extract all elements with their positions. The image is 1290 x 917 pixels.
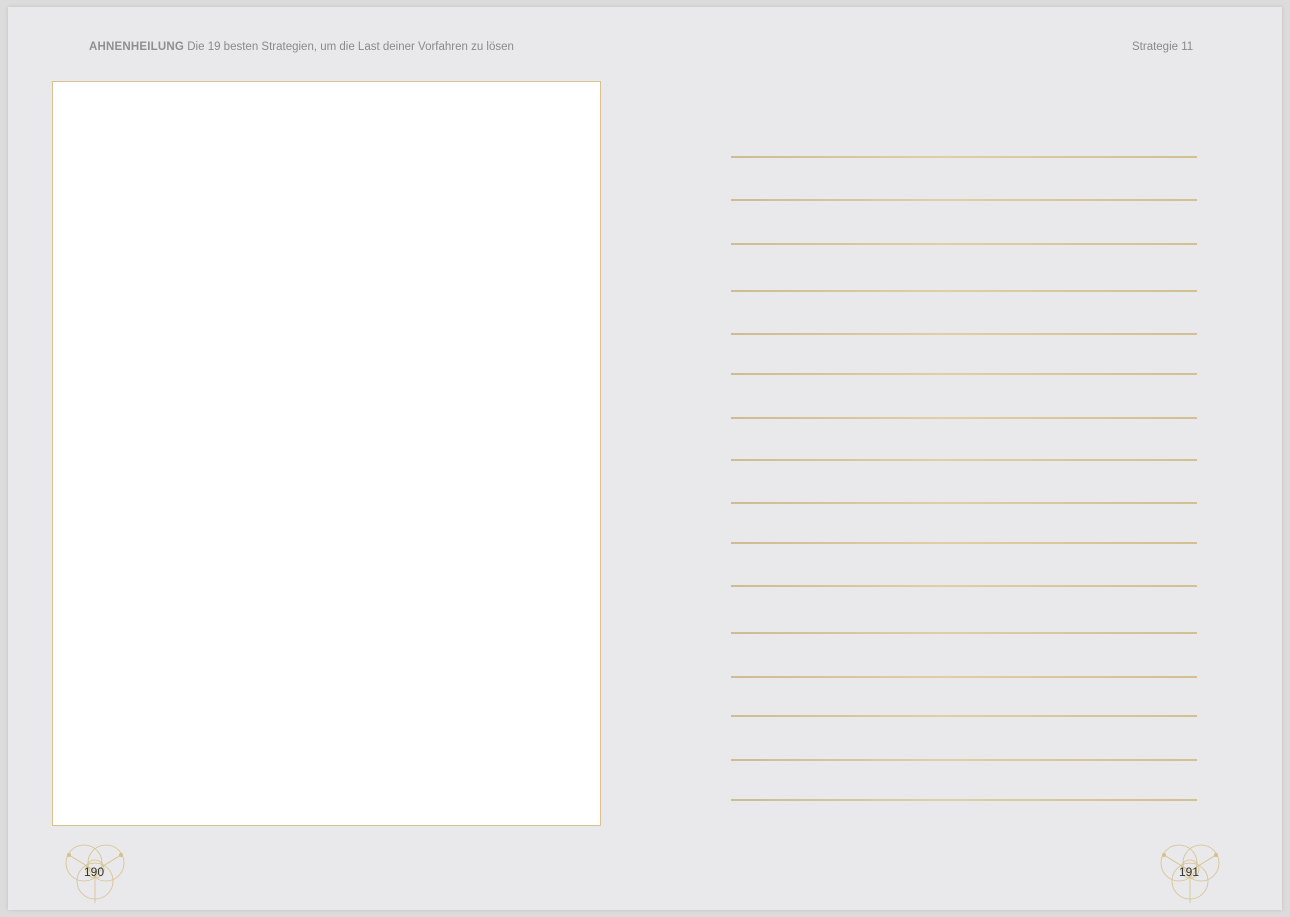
writing-line[interactable] [731,243,1197,245]
book-brand: AHNENHEILUNG [89,41,185,53]
writing-line[interactable] [731,715,1197,717]
writing-line[interactable] [731,373,1197,375]
writing-lines [731,7,1197,910]
drawing-frame[interactable] [52,81,601,826]
writing-line[interactable] [731,585,1197,587]
writing-line[interactable] [731,333,1197,335]
writing-line[interactable] [731,199,1197,201]
running-header: AHNENHEILUNG Die 19 besten Strategien, u… [89,41,514,53]
writing-line[interactable] [731,156,1197,158]
writing-line[interactable] [731,676,1197,678]
writing-line[interactable] [731,799,1197,801]
book-spread: AHNENHEILUNG Die 19 besten Strategien, u… [8,7,1282,910]
page-number-left: 190 [63,841,129,907]
writing-line[interactable] [731,290,1197,292]
book-subtitle: Die 19 besten Strategien, um die Last de… [187,41,514,53]
page-number-right: 191 [1158,841,1224,907]
page-number: 191 [1178,865,1200,879]
writing-line[interactable] [731,632,1197,634]
writing-line[interactable] [731,459,1197,461]
writing-line[interactable] [731,542,1197,544]
writing-line[interactable] [731,417,1197,419]
page-number: 190 [83,865,105,879]
writing-line[interactable] [731,502,1197,504]
writing-line[interactable] [731,759,1197,761]
